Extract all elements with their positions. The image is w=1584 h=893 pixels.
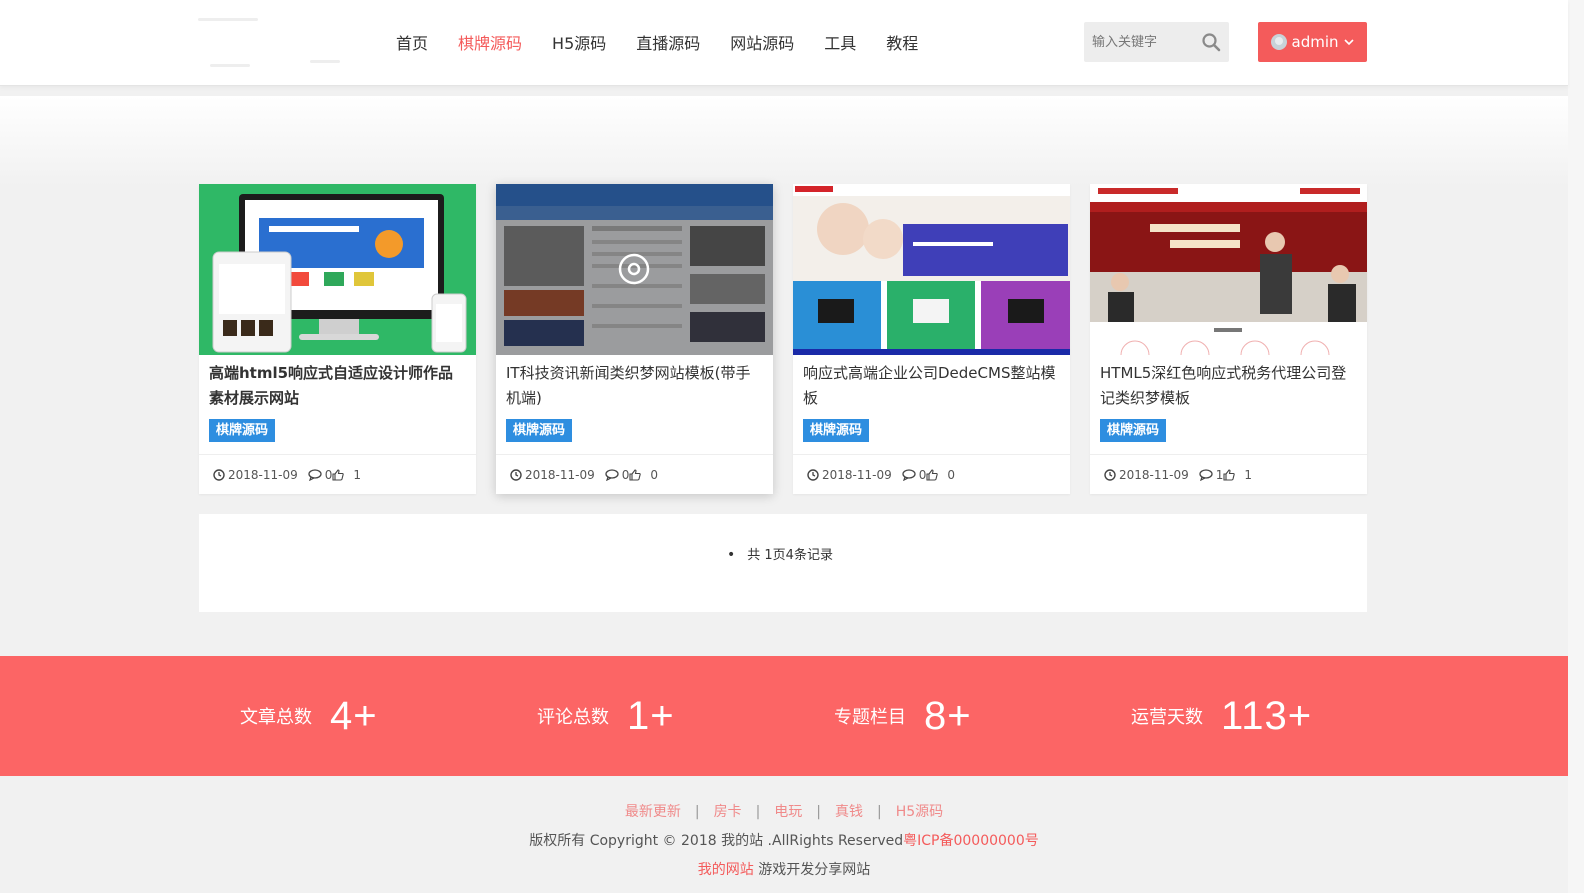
search-icon[interactable]	[1201, 32, 1221, 52]
site-description: 游戏开发分享网站	[758, 862, 871, 878]
stats-bar: 文章总数 4+ 评论总数 1+ 专题栏目 8+ 运营天数 113+	[0, 656, 1568, 776]
like-count: 1	[1244, 467, 1253, 482]
site-name-link[interactable]: 我的网站	[698, 862, 754, 878]
clock-icon	[807, 468, 819, 481]
comment-count: 0	[918, 467, 927, 482]
article-card[interactable]: HTML5深红色响应式税务代理公司登记类织梦模板 棋牌源码 2018-11-09…	[1090, 184, 1367, 494]
category-tag[interactable]: 棋牌源码	[803, 419, 870, 442]
nav-item-tutorials[interactable]: 教程	[886, 30, 918, 54]
stat-topics: 专题栏目 8+	[834, 656, 972, 776]
stat-value: 4+	[330, 693, 378, 738]
article-thumbnail[interactable]	[496, 184, 773, 355]
clock-icon	[510, 468, 522, 481]
article-title[interactable]: HTML5深红色响应式税务代理公司登记类织梦模板	[1090, 355, 1367, 413]
icp-link[interactable]: 粤ICP备00000000号	[903, 833, 1039, 849]
comment-count: 1	[1215, 467, 1224, 482]
nav-item-home[interactable]: 首页	[396, 30, 428, 54]
article-meta: 2018-11-09 0 0	[496, 454, 773, 494]
category-tag[interactable]: 棋牌源码	[506, 419, 573, 442]
thumbs-up-icon[interactable]	[332, 468, 345, 481]
nav-item-website-source[interactable]: 网站源码	[730, 30, 794, 54]
thumbs-up-icon[interactable]	[629, 468, 642, 481]
footer-link-h5-source[interactable]: H5源码	[896, 804, 943, 820]
stat-value: 113+	[1221, 693, 1313, 738]
article-title[interactable]: 高端html5响应式自适应设计师作品素材展示网站	[199, 355, 476, 413]
pagination-summary: 共 1页4条记录	[727, 544, 833, 563]
comment-icon	[605, 468, 619, 481]
search-box	[1084, 22, 1229, 62]
article-meta: 2018-11-09 0 0	[793, 454, 1070, 494]
site-header: 首页 棋牌源码 H5源码 直播源码 网站源码 工具 教程 admin	[0, 0, 1568, 86]
stat-articles: 文章总数 4+	[240, 656, 378, 776]
clock-icon	[1104, 468, 1116, 481]
stat-label: 文章总数	[240, 707, 312, 728]
comment-icon	[1199, 468, 1213, 481]
article-date: 2018-11-09	[822, 467, 892, 482]
site-logo[interactable]	[190, 10, 350, 76]
article-card[interactable]: IT科技资讯新闻类织梦网站模板(带手机端) 棋牌源码 2018-11-09 0 …	[496, 184, 773, 494]
avatar	[1270, 34, 1287, 50]
footer-links: 最新更新 | 房卡 | 电玩 | 真钱 | H5源码	[624, 804, 944, 820]
article-meta: 2018-11-09 0 1	[199, 454, 476, 494]
thumbs-up-icon[interactable]	[926, 468, 939, 481]
article-card[interactable]: 响应式高端企业公司DedeCMS整站模板 棋牌源码 2018-11-09 0 0	[793, 184, 1070, 494]
user-name: admin	[1291, 33, 1339, 51]
comment-icon	[308, 468, 322, 481]
article-date: 2018-11-09	[1119, 467, 1189, 482]
comment-icon	[902, 468, 916, 481]
pagination: 共 1页4条记录	[199, 514, 1367, 612]
comment-count: 0	[324, 467, 333, 482]
comment-count: 0	[621, 467, 630, 482]
footer-link-latest[interactable]: 最新更新	[625, 804, 681, 820]
article-title[interactable]: 响应式高端企业公司DedeCMS整站模板	[793, 355, 1070, 413]
stat-value: 1+	[627, 693, 675, 738]
footer-link-arcade[interactable]: 电玩	[774, 804, 802, 820]
article-grid: 高端html5响应式自适应设计师作品素材展示网站 棋牌源码 2018-11-09…	[199, 184, 1367, 494]
category-tag[interactable]: 棋牌源码	[1100, 419, 1167, 442]
article-card[interactable]: 高端html5响应式自适应设计师作品素材展示网站 棋牌源码 2018-11-09…	[199, 184, 476, 494]
stat-value: 8+	[924, 693, 972, 738]
nav-item-chess-source[interactable]: 棋牌源码	[458, 30, 522, 54]
search-input[interactable]	[1084, 22, 1189, 62]
article-title[interactable]: IT科技资讯新闻类织梦网站模板(带手机端)	[496, 355, 773, 413]
clock-icon	[213, 468, 225, 481]
page-scrollbar[interactable]	[1568, 0, 1584, 893]
article-thumbnail[interactable]	[793, 184, 1070, 355]
like-count: 0	[947, 467, 956, 482]
article-date: 2018-11-09	[525, 467, 595, 482]
stat-label: 运营天数	[1131, 707, 1203, 728]
article-date: 2018-11-09	[228, 467, 298, 482]
stat-label: 评论总数	[537, 707, 609, 728]
footer-link-real-money[interactable]: 真钱	[835, 804, 863, 820]
copyright-text: 版权所有 Copyright © 2018 我的站 .AllRights Res…	[529, 833, 904, 849]
footer-copyright: 版权所有 Copyright © 2018 我的站 .AllRights Res…	[0, 830, 1568, 850]
chevron-down-icon	[1343, 39, 1354, 46]
stat-days: 运营天数 113+	[1131, 656, 1312, 776]
nav-item-tools[interactable]: 工具	[824, 30, 856, 54]
stat-label: 专题栏目	[834, 707, 906, 728]
nav-item-h5-source[interactable]: H5源码	[552, 30, 606, 54]
nav-item-live-source[interactable]: 直播源码	[636, 30, 700, 54]
like-count: 1	[353, 467, 362, 482]
article-meta: 2018-11-09 1 1	[1090, 454, 1367, 494]
article-thumbnail[interactable]	[199, 184, 476, 355]
category-tag[interactable]: 棋牌源码	[209, 419, 276, 442]
site-footer: 最新更新 | 房卡 | 电玩 | 真钱 | H5源码 版权所有 Copyright © 2018…	[0, 776, 1568, 879]
stat-comments: 评论总数 1+	[537, 656, 675, 776]
footer-site-info: 我的网站 游戏开发分享网站	[0, 859, 1568, 879]
user-menu-button[interactable]: admin	[1258, 22, 1367, 62]
like-count: 0	[650, 467, 659, 482]
main-nav: 首页 棋牌源码 H5源码 直播源码 网站源码 工具 教程	[381, 0, 933, 84]
thumbs-up-icon[interactable]	[1223, 468, 1236, 481]
footer-link-room-card[interactable]: 房卡	[714, 804, 742, 820]
article-thumbnail[interactable]	[1090, 184, 1367, 355]
banner-area	[0, 96, 1568, 186]
